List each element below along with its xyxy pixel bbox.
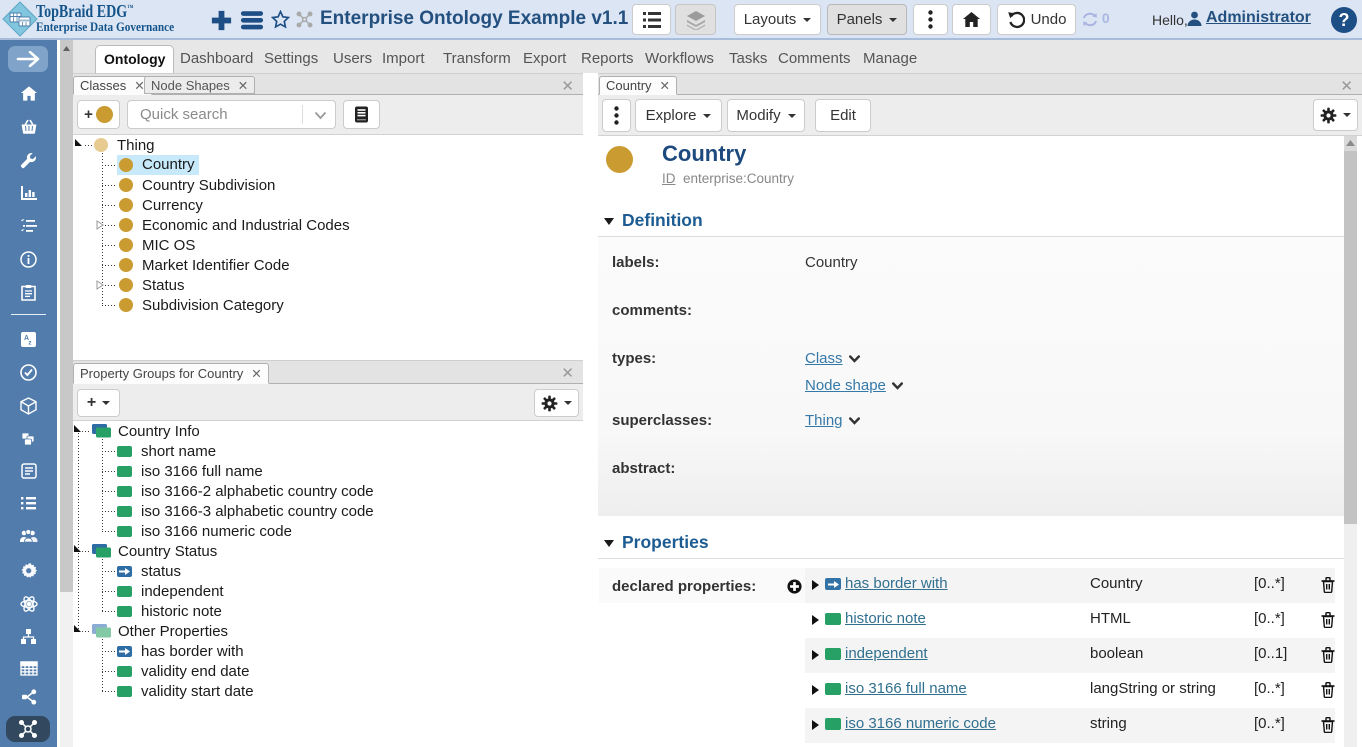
- svg-text:z: z: [28, 340, 31, 347]
